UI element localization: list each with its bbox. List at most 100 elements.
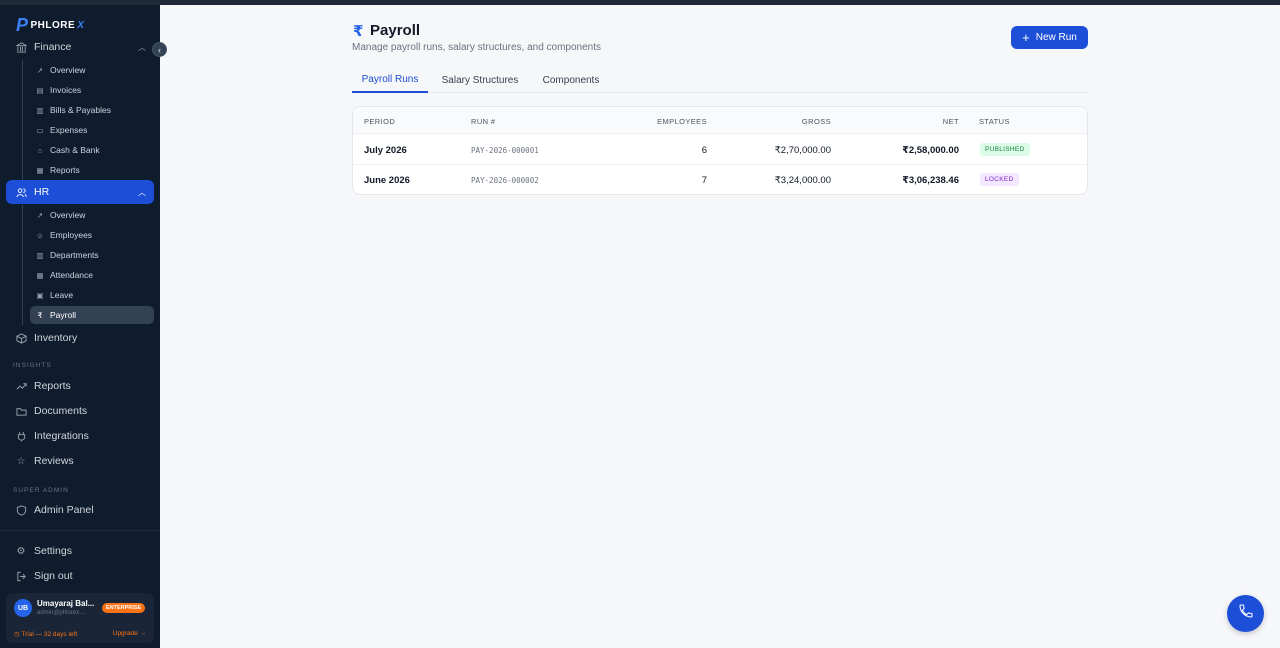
cell-run-number: PAY-2026-000001 — [471, 146, 539, 155]
page-title: Payroll — [370, 22, 421, 39]
column-header-run[interactable]: RUN # — [471, 117, 496, 126]
cell-gross: ₹2,70,000.00 — [774, 145, 831, 156]
chevron-up-icon: ︿ — [138, 187, 146, 197]
sidebar-subitem-label: Bills & Payables — [50, 105, 111, 115]
sidebar-item-inventory[interactable]: Inventory — [6, 326, 154, 350]
table-row[interactable]: July 2026 PAY-2026-000001 6 ₹2,70,000.00… — [353, 135, 1087, 165]
sidebar-item-reviews[interactable]: ☆ Reviews — [6, 449, 154, 473]
sidebar-subitem-finance-reports[interactable]: ▦ Reports — [30, 161, 154, 179]
sidebar-item-label: Settings — [34, 545, 72, 557]
sidebar-subitem-payroll[interactable]: ₹ Payroll — [30, 306, 154, 324]
sidebar-subitem-hr-overview[interactable]: ↗ Overview — [30, 206, 154, 224]
brand-logo[interactable]: P PHLORE X — [16, 15, 84, 36]
sidebar-subitem-departments[interactable]: ▥ Departments — [30, 246, 154, 264]
rupee-icon: ₹ — [37, 310, 43, 320]
sidebar-subitem-expenses[interactable]: ▭ Expenses — [30, 121, 154, 139]
sidebar-subitem-label: Expenses — [50, 125, 88, 135]
payroll-runs-table: PERIOD RUN # EMPLOYEES GROSS NET STATUS … — [352, 106, 1088, 195]
cell-period: July 2026 — [364, 145, 407, 156]
tab-salary-structures[interactable]: Salary Structures — [440, 68, 520, 93]
sidebar-subitem-label: Cash & Bank — [50, 145, 100, 155]
tab-bar: Payroll Runs Salary Structures Component… — [352, 68, 1088, 93]
star-icon: ☆ — [16, 455, 26, 467]
sidebar-subitem-cash-bank[interactable]: ⌂ Cash & Bank — [30, 141, 154, 159]
cell-net: ₹2,58,000.00 — [902, 145, 959, 156]
sidebar-item-label: Documents — [34, 405, 88, 417]
cell-employees: 6 — [701, 145, 707, 156]
sidebar-subitem-label: Departments — [50, 250, 99, 260]
sidebar-item-label: Inventory — [34, 332, 78, 344]
tab-payroll-runs[interactable]: Payroll Runs — [352, 68, 428, 93]
users-icon: ☺ — [36, 230, 44, 240]
column-header-employees[interactable]: EMPLOYEES — [657, 117, 707, 126]
users-icon — [14, 187, 28, 198]
sidebar-subitem-label: Overview — [50, 65, 86, 75]
trend-icon: ↗ — [36, 65, 44, 75]
chevron-up-icon: ︿ — [138, 42, 146, 52]
trend-icon: ↗ — [36, 210, 44, 220]
calendar-icon: ▦ — [36, 270, 44, 280]
table-row[interactable]: June 2026 PAY-2026-000002 7 ₹3,24,000.00… — [353, 165, 1087, 194]
bank-icon: ⌂ — [37, 145, 43, 155]
receipt-icon: ▥ — [36, 105, 44, 115]
folder-icon — [14, 406, 28, 417]
building-icon: ▥ — [36, 250, 44, 260]
cell-employees: 7 — [701, 175, 707, 186]
sidebar-subitem-label: Reports — [50, 165, 80, 175]
upgrade-link[interactable]: Upgrade → — [113, 630, 146, 637]
brand-name: PHLORE — [30, 20, 76, 31]
sidebar-subitem-employees[interactable]: ☺ Employees — [30, 226, 154, 244]
sidebar-subitem-label: Leave — [50, 290, 74, 300]
sidebar-subitem-invoices[interactable]: ▤ Invoices — [30, 81, 154, 99]
tab-components[interactable]: Components — [539, 68, 603, 93]
phone-icon — [1238, 603, 1254, 624]
gear-icon: ⚙ — [16, 545, 26, 557]
file-icon: ▤ — [36, 85, 44, 95]
sidebar-subitem-bills[interactable]: ▥ Bills & Payables — [30, 101, 154, 119]
plan-badge: ENTERPRISE — [102, 603, 146, 613]
box-icon — [14, 332, 28, 344]
sidebar-item-reports[interactable]: Reports — [6, 374, 154, 398]
column-header-status[interactable]: STATUS — [979, 117, 1010, 126]
table-header: PERIOD RUN # EMPLOYEES GROSS NET STATUS — [353, 107, 1087, 134]
sidebar-collapse-button[interactable]: ‹ — [152, 42, 167, 57]
rupee-icon: ₹ — [353, 23, 364, 40]
sidebar-subitem-label: Payroll — [50, 310, 76, 320]
card-icon: ▭ — [36, 125, 44, 135]
sidebar-subitem-leave[interactable]: ▣ Leave — [30, 286, 154, 304]
sidebar-subitem-label: Overview — [50, 210, 86, 220]
new-run-button[interactable]: + New Run — [1011, 26, 1088, 49]
plug-icon — [14, 431, 28, 442]
call-support-button[interactable] — [1227, 595, 1264, 632]
sidebar-item-settings[interactable]: ⚙ Settings — [6, 539, 154, 563]
sidebar-item-hr[interactable]: HR ︿ — [6, 180, 154, 204]
cell-period: June 2026 — [364, 175, 410, 186]
main-content: ₹ Payroll Manage payroll runs, salary st… — [160, 5, 1280, 648]
shield-icon — [14, 504, 28, 516]
sidebar-subitem-attendance[interactable]: ▦ Attendance — [30, 266, 154, 284]
column-header-period[interactable]: PERIOD — [364, 117, 395, 126]
trial-notice: ◷ Trial — 32 days left — [14, 630, 77, 638]
tree-line — [22, 205, 23, 325]
sidebar-item-admin-panel[interactable]: Admin Panel — [6, 498, 154, 522]
bar-chart-icon: ▦ — [36, 165, 44, 175]
clock-icon: ◷ — [14, 631, 20, 638]
new-run-label: New Run — [1035, 32, 1077, 43]
bank-icon — [14, 41, 28, 53]
column-header-gross[interactable]: GROSS — [802, 117, 831, 126]
sign-out-icon — [14, 571, 28, 582]
brand-suffix: X — [77, 20, 85, 31]
sidebar-subitem-finance-overview[interactable]: ↗ Overview — [30, 61, 154, 79]
trend-icon — [14, 381, 28, 392]
logo-mark-icon: P — [16, 15, 29, 35]
sidebar-item-finance[interactable]: Finance ︿ — [6, 35, 154, 59]
sidebar-item-label: Admin Panel — [34, 504, 94, 516]
column-header-net[interactable]: NET — [943, 117, 959, 126]
sidebar-subitem-label: Invoices — [50, 85, 82, 95]
user-card[interactable]: UB Umayaraj Bal... admin@phlorex.... ENT… — [6, 593, 154, 643]
sidebar-item-sign-out[interactable]: Sign out — [6, 564, 154, 588]
status-badge: PUBLISHED — [980, 143, 1030, 156]
sidebar-item-integrations[interactable]: Integrations — [6, 424, 154, 448]
sidebar-item-documents[interactable]: Documents — [6, 399, 154, 423]
chevron-left-icon: ‹ — [158, 44, 161, 55]
